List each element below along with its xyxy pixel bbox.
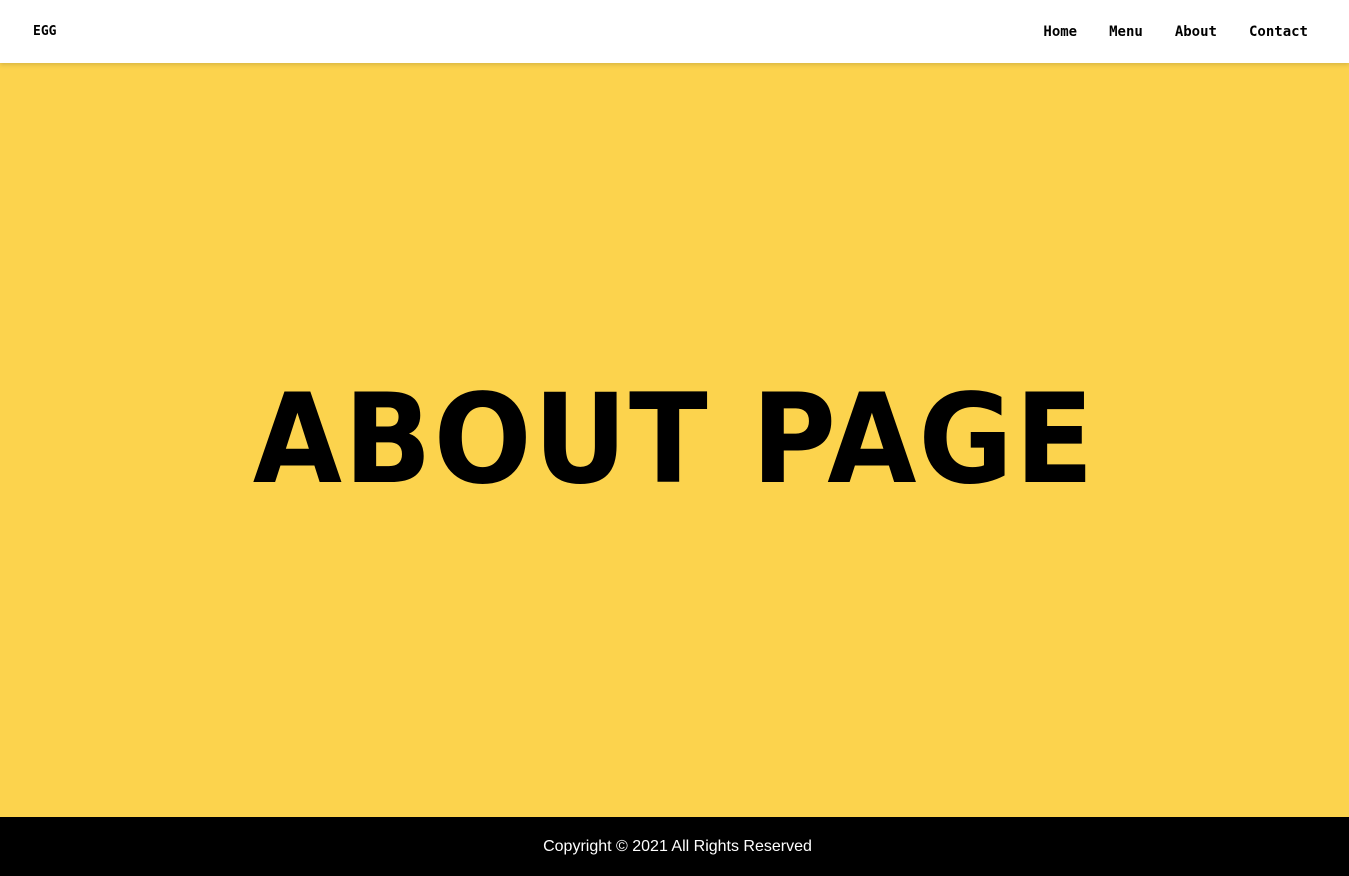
copyright-text: Copyright © 2021 All Rights Reserved <box>543 837 812 855</box>
nav-link-home[interactable]: Home <box>1043 24 1077 40</box>
hero-section: ABOUT PAGE <box>0 63 1349 817</box>
nav-link-about[interactable]: About <box>1175 24 1217 40</box>
page-title: ABOUT PAGE <box>253 368 1096 512</box>
navbar: EGG Home Menu About Contact <box>0 0 1349 63</box>
nav-link-contact[interactable]: Contact <box>1249 24 1308 40</box>
footer: Copyright © 2021 All Rights Reserved <box>0 817 1349 876</box>
nav-link-menu[interactable]: Menu <box>1109 24 1143 40</box>
logo-link[interactable]: EGG <box>33 0 56 63</box>
nav-links: Home Menu About Contact <box>1043 0 1308 63</box>
